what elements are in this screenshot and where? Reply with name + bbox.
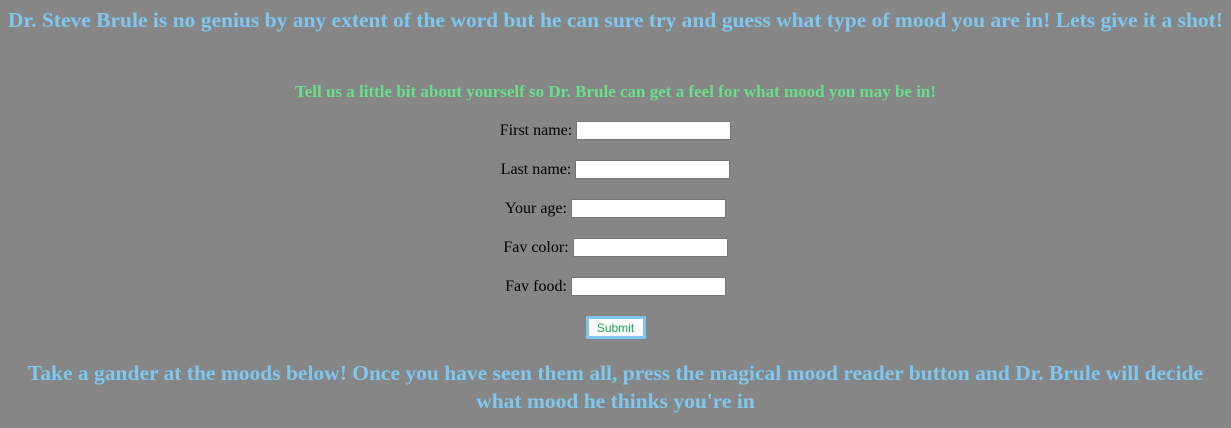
submit-container: Submit — [0, 316, 1231, 339]
page: Dr. Steve Brule is no genius by any exte… — [0, 0, 1231, 428]
page-title: Dr. Steve Brule is no genius by any exte… — [8, 8, 1223, 32]
last-name-row: Last name: — [0, 158, 1231, 197]
fav-color-row: Fav color: — [0, 236, 1231, 275]
age-input[interactable] — [570, 199, 726, 218]
fav-food-label: Fav food: — [505, 278, 567, 295]
fav-food-input[interactable] — [570, 277, 726, 296]
moods-intro-text: Take a gander at the moods below! Once y… — [27, 361, 1204, 413]
fav-color-label: Fav color: — [503, 239, 569, 256]
page-subtitle: Tell us a little bit about yourself so D… — [294, 82, 937, 101]
about-you-form: First name: Last name: Your age: Fav col… — [0, 119, 1231, 314]
age-row: Your age: — [0, 197, 1231, 236]
first-name-input[interactable] — [576, 121, 732, 140]
last-name-label: Last name: — [500, 161, 572, 178]
age-label: Your age: — [505, 200, 567, 217]
fav-food-row: Fav food: — [0, 275, 1231, 314]
submit-button[interactable]: Submit — [585, 316, 646, 339]
first-name-label: First name: — [499, 122, 573, 139]
first-name-row: First name: — [0, 119, 1231, 158]
last-name-input[interactable] — [575, 160, 731, 179]
fav-color-input[interactable] — [572, 238, 728, 257]
